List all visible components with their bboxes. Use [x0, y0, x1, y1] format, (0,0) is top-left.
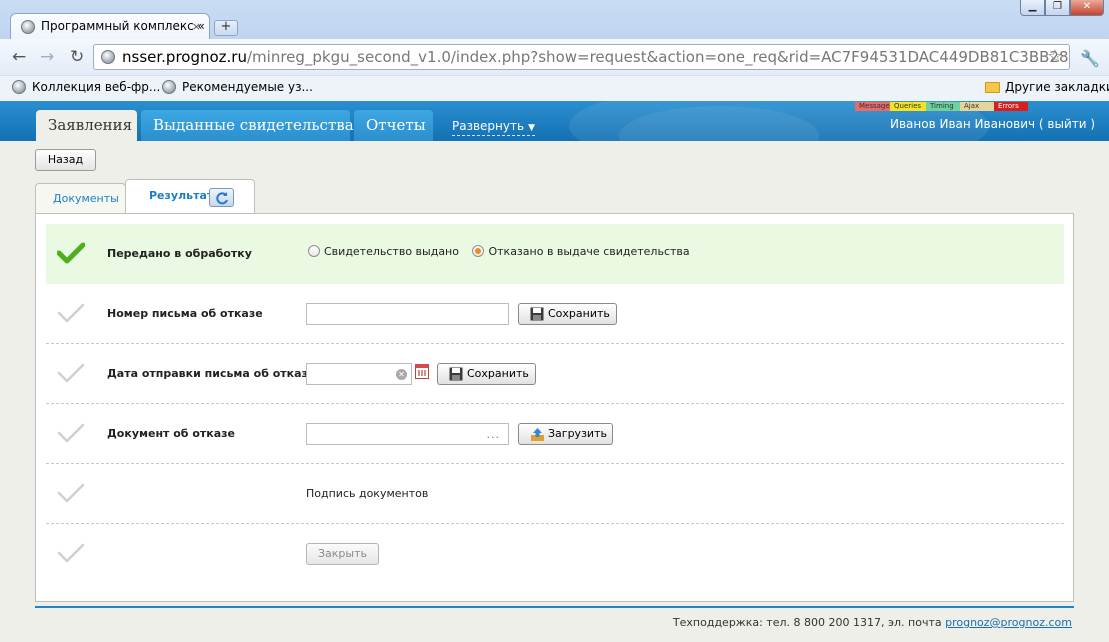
globe-icon [12, 80, 26, 94]
footer-divider [35, 606, 1074, 608]
floppy-disk-icon [449, 367, 463, 381]
expand-toggle[interactable]: Развернуть ▼ [452, 119, 535, 136]
clear-icon[interactable]: ✕ [396, 369, 407, 380]
check-icon [57, 242, 85, 264]
upload-icon [531, 428, 544, 441]
expand-label: Развернуть [452, 119, 525, 133]
sign-documents-text: Подпись документов [306, 487, 429, 500]
address-bar[interactable]: nsser.prognoz.ru/minreg_pkgu_second_v1.0… [93, 44, 1070, 70]
browse-dots[interactable]: ... [487, 428, 501, 441]
subtab-result[interactable]: Результат [125, 179, 255, 214]
row-label: Номер письма об отказе [107, 307, 263, 320]
wrench-icon[interactable]: 🔧 [1080, 49, 1100, 68]
globe-icon [162, 80, 176, 94]
browser-tab-strip: Программный комплекс « × + ▁ ❐ ✕ [0, 0, 1109, 40]
status-row-close: Закрыть [46, 524, 1064, 584]
floppy-disk-icon [530, 307, 544, 321]
check-icon [57, 363, 85, 383]
subtab-documents[interactable]: Документы [35, 183, 126, 213]
result-panel: Передано в обработку Свидетельство выдан… [35, 213, 1074, 602]
refresh-icon[interactable] [209, 188, 234, 207]
other-bookmarks[interactable]: Другие закладки [985, 80, 1109, 94]
bookmarks-bar: Коллекция веб-фр... Рекомендуемые уз... … [0, 75, 1109, 101]
new-tab-button[interactable]: + [214, 20, 238, 36]
support-email-link[interactable]: prognoz@prognoz.com [945, 616, 1072, 629]
window-minimize-button[interactable]: ▁ [1020, 0, 1045, 16]
window-maximize-button[interactable]: ❐ [1045, 0, 1070, 16]
caret-down-icon: ▼ [528, 123, 535, 133]
status-row-processing: Передано в обработку Свидетельство выдан… [46, 224, 1064, 284]
check-icon [57, 303, 85, 323]
status-row-letter-number: Номер письма об отказе Сохранить [46, 284, 1064, 344]
calendar-icon[interactable] [415, 364, 429, 379]
debug-messages[interactable]: Messages [855, 102, 893, 111]
save-label: Сохранить [467, 367, 529, 380]
radio-button[interactable] [472, 245, 485, 257]
save-button[interactable]: Сохранить [518, 303, 617, 325]
url-path: /minreg_pkgu_second_v1.0/index.php?show=… [246, 48, 1070, 66]
user-logout-link[interactable]: Иванов Иван Иванович ( выйти ) [890, 117, 1095, 131]
check-icon [57, 423, 85, 443]
save-button[interactable]: Сохранить [437, 363, 536, 385]
page-body: Назад Документы Результат Передано в обр… [0, 141, 1109, 642]
other-bookmarks-label: Другие закладки [1005, 80, 1109, 94]
back-button[interactable]: Назад [35, 149, 96, 171]
bookmark-label: Коллекция веб-фр... [32, 80, 161, 94]
browser-tab[interactable]: Программный комплекс « × [10, 13, 210, 40]
upload-label: Загрузить [548, 427, 607, 440]
tab-applications[interactable]: Заявления [36, 110, 137, 141]
subtab-documents-label: Документы [53, 192, 119, 205]
radio-button[interactable] [308, 245, 320, 257]
debug-toolbar: Messages Queries Timing Ajax Errors [855, 102, 1028, 111]
support-text: Техподдержка: тел. 8 800 200 1317, эл. п… [672, 616, 946, 629]
bookmark-item[interactable]: Рекомендуемые уз... [162, 80, 313, 94]
save-label: Сохранить [548, 307, 610, 320]
browser-tab-title: Программный комплекс « [41, 19, 205, 33]
bookmark-item[interactable]: Коллекция веб-фр... [12, 80, 160, 94]
url-host: nsser.prognoz.ru [122, 48, 247, 66]
status-row-refusal-document: Документ об отказе ... Загрузить [46, 404, 1064, 464]
file-input[interactable]: ... [306, 423, 509, 445]
subtab-result-label: Результат [149, 189, 214, 202]
footer: Техподдержка: тел. 8 800 200 1317, эл. п… [35, 616, 1072, 629]
radio-certificate-refused[interactable]: Отказано в выдаче свидетельства [472, 245, 690, 258]
status-row-letter-date: Дата отправки письма об отказе ✕ Сохрани… [46, 344, 1064, 404]
status-row-signing: Подпись документов [46, 464, 1064, 524]
radio-certificate-issued[interactable]: Свидетельство выдано [308, 245, 459, 258]
debug-ajax[interactable]: Ajax [960, 102, 994, 111]
browser-chrome: Программный комплекс « × + ▁ ❐ ✕ ← → ↻ n… [0, 0, 1109, 101]
globe-icon [101, 50, 115, 64]
app-header: Заявления Выданные свидетельства Отчеты … [0, 101, 1109, 141]
radio-label: Свидетельство выдано [324, 245, 459, 258]
bookmark-label: Рекомендуемые уз... [182, 80, 313, 94]
check-icon [57, 483, 85, 503]
arrow-left-icon[interactable]: ← [12, 48, 26, 66]
tab-reports[interactable]: Отчеты [354, 110, 433, 141]
folder-icon [985, 82, 1000, 93]
window-close-button[interactable]: ✕ [1070, 0, 1104, 16]
debug-errors[interactable]: Errors [994, 102, 1028, 111]
letter-date-input[interactable]: ✕ [306, 363, 412, 385]
letter-number-input[interactable] [306, 303, 509, 325]
close-icon[interactable]: × [192, 20, 201, 33]
debug-queries[interactable]: Queries [890, 102, 926, 111]
star-icon[interactable]: ☆ [1047, 46, 1063, 67]
radio-label: Отказано в выдаче свидетельства [488, 245, 690, 258]
upload-button[interactable]: Загрузить [518, 423, 613, 445]
reload-icon[interactable]: ↻ [70, 48, 84, 66]
browser-toolbar: ← → ↻ nsser.prognoz.ru/minreg_pkgu_secon… [0, 39, 1109, 75]
close-button[interactable]: Закрыть [306, 543, 379, 565]
row-label: Передано в обработку [107, 247, 252, 260]
row-label: Документ об отказе [107, 427, 235, 440]
check-icon [57, 543, 85, 563]
row-label: Дата отправки письма об отказе [107, 367, 316, 380]
arrow-right-icon[interactable]: → [40, 48, 54, 66]
decision-radio-group: Свидетельство выдано Отказано в выдаче с… [308, 245, 700, 258]
globe-icon [21, 20, 35, 34]
debug-timing[interactable]: Timing [926, 102, 960, 111]
tab-issued-certificates[interactable]: Выданные свидетельства [141, 110, 354, 141]
